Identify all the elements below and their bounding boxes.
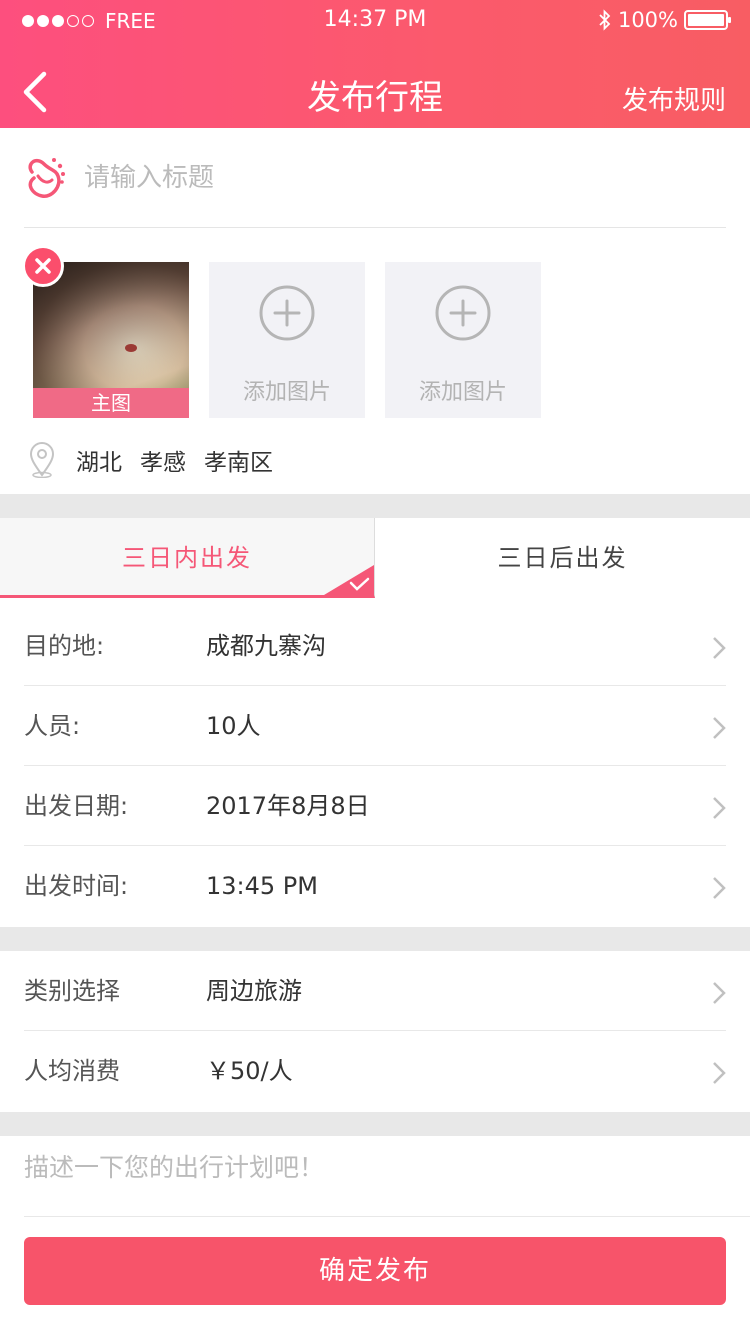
location-city: 孝感	[140, 450, 186, 476]
add-photo-button[interactable]: 添加图片	[385, 262, 541, 418]
section-divider	[0, 927, 750, 951]
add-photo-label: 添加图片	[242, 380, 331, 405]
field-value: 10人	[206, 712, 261, 740]
confirm-publish-button[interactable]: 确定发布	[24, 1237, 726, 1305]
field-label: 出发日期:	[24, 792, 129, 820]
chevron-right-icon	[713, 1062, 726, 1084]
field-value: 2017年8月8日	[206, 792, 370, 820]
navigation-bar: 发布行程 发布规则	[0, 40, 750, 128]
category-row[interactable]: 类别选择 周边旅游	[24, 951, 726, 1031]
chevron-right-icon	[713, 637, 726, 659]
chevron-right-icon	[713, 982, 726, 1004]
departure-date-row[interactable]: 出发日期: 2017年8月8日	[24, 766, 726, 846]
location-row[interactable]: 湖北 孝感 孝南区	[28, 438, 291, 482]
brand-logo-icon	[28, 158, 65, 198]
cost-per-person-row[interactable]: 人均消费 ￥50/人	[24, 1031, 726, 1111]
bluetooth-icon	[599, 9, 611, 31]
chevron-right-icon	[713, 797, 726, 819]
location-district: 孝南区	[204, 450, 273, 476]
add-photo-button[interactable]: 添加图片	[209, 262, 365, 418]
publish-rules-link[interactable]: 发布规则	[622, 80, 726, 117]
title-input[interactable]	[84, 156, 684, 200]
trip-description-field[interactable]: 描述一下您的出行计划吧！	[24, 1148, 324, 1184]
members-row[interactable]: 人员: 10人	[24, 686, 726, 766]
location-pin-icon	[29, 442, 55, 478]
location-province: 湖北	[76, 450, 122, 476]
battery-percent: 100%	[617, 8, 678, 32]
remove-photo-button[interactable]	[22, 245, 64, 287]
tab-label: 三日内出发	[122, 544, 252, 572]
divider	[24, 1216, 750, 1217]
main-photo[interactable]: 主图	[33, 262, 189, 418]
field-label: 出发时间:	[24, 872, 129, 900]
section-divider	[0, 494, 750, 518]
battery-icon	[684, 10, 731, 30]
title-row	[24, 128, 726, 228]
main-photo-label: 主图	[33, 388, 189, 418]
field-value: ￥50/人	[206, 1057, 293, 1085]
field-value: 成都九寨沟	[206, 632, 326, 660]
tab-after-three-days[interactable]: 三日后出发	[375, 518, 750, 598]
tab-within-three-days[interactable]: 三日内出发	[0, 518, 375, 598]
battery-status: 100%	[598, 8, 731, 32]
field-label: 人均消费	[24, 1057, 120, 1085]
checkmark-icon	[324, 565, 374, 595]
field-value: 周边旅游	[206, 977, 302, 1005]
field-label: 人员:	[24, 712, 81, 740]
plus-circle-icon	[435, 285, 491, 341]
field-label: 目的地:	[24, 632, 105, 660]
status-bar: FREE 14:37 PM 100%	[0, 0, 750, 40]
header: FREE 14:37 PM 100% 发布行程 发布规则	[0, 0, 750, 128]
destination-row[interactable]: 目的地: 成都九寨沟	[24, 606, 726, 686]
tab-label: 三日后出发	[497, 544, 628, 572]
departure-time-row[interactable]: 出发时间: 13:45 PM	[24, 846, 726, 926]
chevron-right-icon	[713, 877, 726, 899]
field-value: 13:45 PM	[206, 872, 318, 900]
field-label: 类别选择	[24, 977, 120, 1005]
section-divider	[0, 1112, 750, 1136]
chevron-right-icon	[713, 717, 726, 739]
close-icon	[35, 258, 51, 274]
plus-circle-icon	[259, 285, 315, 341]
add-photo-label: 添加图片	[418, 380, 507, 405]
departure-tabs: 三日内出发 三日后出发	[0, 518, 750, 598]
